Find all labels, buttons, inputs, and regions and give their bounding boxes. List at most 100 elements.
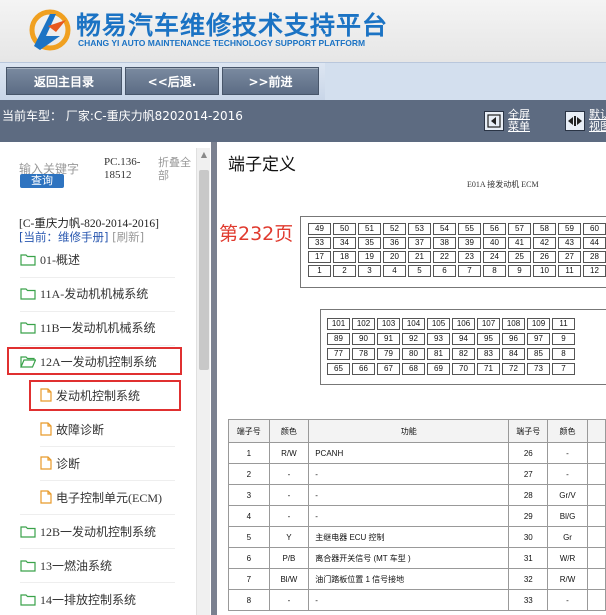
platform-logo-icon [29, 9, 71, 51]
pin: 8 [483, 265, 506, 277]
search-button[interactable]: 查询 [20, 174, 64, 188]
table-cell: 5 [228, 526, 270, 548]
pin: 41 [508, 237, 531, 249]
current-model: 当前车型： 厂家:C-重庆力帆8202014-2016 [2, 109, 243, 123]
tree-item-diagnosis[interactable]: 诊断 [40, 452, 80, 474]
tree-item-11b[interactable]: 11B一发动机机械系统 [20, 316, 156, 338]
table-cell: 27 [508, 463, 549, 485]
app-window: 畅易汽车维修技术支持平台 CHANG YI AUTO MAINTENANCE T… [0, 0, 606, 615]
table-cell: Bl/W [268, 568, 310, 590]
terminal-table: 端子号 颜色 功能 端子号 颜色 1 R/W PCANH 26-2- -27-3- -28… [228, 419, 606, 611]
table-cell: P/B [268, 547, 310, 569]
fullscreen-line2: 菜单 [508, 120, 530, 133]
pin: 3 [358, 265, 381, 277]
tree-item-engine-control[interactable]: 发动机控制系统 [40, 384, 140, 406]
pin: 101 [327, 318, 350, 330]
model-bar: 当前车型： 厂家:C-重庆力帆8202014-2016 全屏 菜单 默认 视图 [0, 100, 606, 142]
tree-item-14[interactable]: 14一排放控制系统 [20, 588, 136, 610]
forward-button[interactable]: >>前进 [222, 67, 319, 95]
table-cell: - [308, 484, 510, 506]
table-cell-overflow [586, 589, 606, 611]
tree-item-label: 14一排放控制系统 [40, 592, 137, 607]
scroll-up-icon[interactable]: ▲ [197, 148, 211, 162]
pin: 5 [408, 265, 431, 277]
table-cell: 30 [508, 526, 549, 548]
folder-open-icon [20, 355, 36, 368]
collapse-all-button[interactable]: 折叠全部 [158, 156, 198, 182]
table-cell-overflow [586, 463, 606, 485]
pin: 9 [508, 265, 531, 277]
col-header: 功能 [308, 419, 510, 443]
tree-item-13[interactable]: 13一燃油系统 [20, 554, 112, 576]
pin: 103 [377, 318, 400, 330]
pin: 36 [383, 237, 406, 249]
pin: 84 [502, 348, 525, 360]
pin: 43 [558, 237, 581, 249]
pin: 80 [402, 348, 425, 360]
pin-row: 101 102 103 104 105 106 107 108 109 11 [327, 318, 577, 330]
pin: 51 [358, 223, 381, 235]
refresh-link[interactable]: [刷新] [112, 230, 144, 244]
back-button[interactable]: <<后退. [125, 67, 219, 95]
scroll-thumb[interactable] [199, 170, 209, 370]
tree-separator [20, 345, 175, 346]
pin: 55 [458, 223, 481, 235]
tree-item-overview[interactable]: 01-概述 [20, 248, 80, 270]
table-cell: - [268, 484, 310, 506]
table-cell-overflow [586, 568, 606, 590]
page-number: 第232页 [219, 223, 294, 245]
pc-code: PC.136-18512 [104, 156, 141, 181]
sidebar-scrollbar[interactable]: ▲ [196, 148, 210, 615]
document-icon [40, 456, 52, 470]
table-row: 2- -27- [228, 463, 606, 485]
pin: 28 [583, 251, 606, 263]
pin: 39 [458, 237, 481, 249]
model-info: [C-重庆力帆-820-2014-2016] [19, 218, 159, 230]
fullscreen-icon[interactable] [484, 111, 504, 131]
pin: 78 [352, 348, 375, 360]
page-title: 端子定义 [228, 155, 296, 175]
table-cell: - [308, 463, 510, 485]
pin: 44 [583, 237, 606, 249]
table-cell-overflow [586, 484, 606, 506]
default-view-icon[interactable] [565, 111, 585, 131]
pin: 65 [327, 363, 350, 375]
pin: 95 [477, 333, 500, 345]
pin: 58 [533, 223, 556, 235]
col-header: 颜色 [547, 419, 588, 443]
pin: 38 [433, 237, 456, 249]
default-view-link[interactable]: 默认 视图 [589, 109, 606, 133]
pin: 71 [477, 363, 500, 375]
folder-icon [20, 525, 36, 538]
tree-separator [20, 582, 175, 583]
pin: 83 [477, 348, 500, 360]
tree-item-ecm[interactable]: 电子控制单元(ECM) [40, 486, 162, 508]
tree-item-12b[interactable]: 12B一发动机控制系统 [20, 520, 156, 542]
pin: 20 [383, 251, 406, 263]
document-icon [40, 422, 52, 436]
tree-item-fault-diagnosis[interactable]: 故障诊断 [40, 418, 104, 440]
table-cell: 8 [228, 589, 270, 611]
tree-item-12a[interactable]: 12A一发动机控制系统 [20, 350, 157, 372]
pin-row: 49 50 51 52 53 54 55 56 57 58 59 60 [308, 223, 606, 235]
pin: 90 [352, 333, 375, 345]
table-cell: 26 [508, 442, 549, 464]
table-header-row: 端子号 颜色 功能 端子号 颜色 [228, 419, 606, 443]
table-cell: 4 [228, 505, 270, 527]
pin: 7 [552, 363, 575, 375]
tree-item-label: 发动机控制系统 [56, 388, 141, 403]
pin: 49 [308, 223, 331, 235]
tree-item-11a[interactable]: 11A-发动机机械系统 [20, 282, 148, 304]
pin: 59 [558, 223, 581, 235]
table-cell: 6 [228, 547, 270, 569]
pin: 102 [352, 318, 375, 330]
pin: 50 [333, 223, 356, 235]
tree-item-label: 01-概述 [40, 252, 80, 267]
col-header: 颜色 [268, 419, 310, 443]
document-icon [40, 490, 52, 504]
fullscreen-menu-link[interactable]: 全屏 菜单 [508, 109, 530, 133]
pin: 69 [427, 363, 450, 375]
pin: 66 [352, 363, 375, 375]
home-button[interactable]: 返回主目录 [6, 67, 122, 95]
tree-item-label: 诊断 [56, 456, 81, 471]
